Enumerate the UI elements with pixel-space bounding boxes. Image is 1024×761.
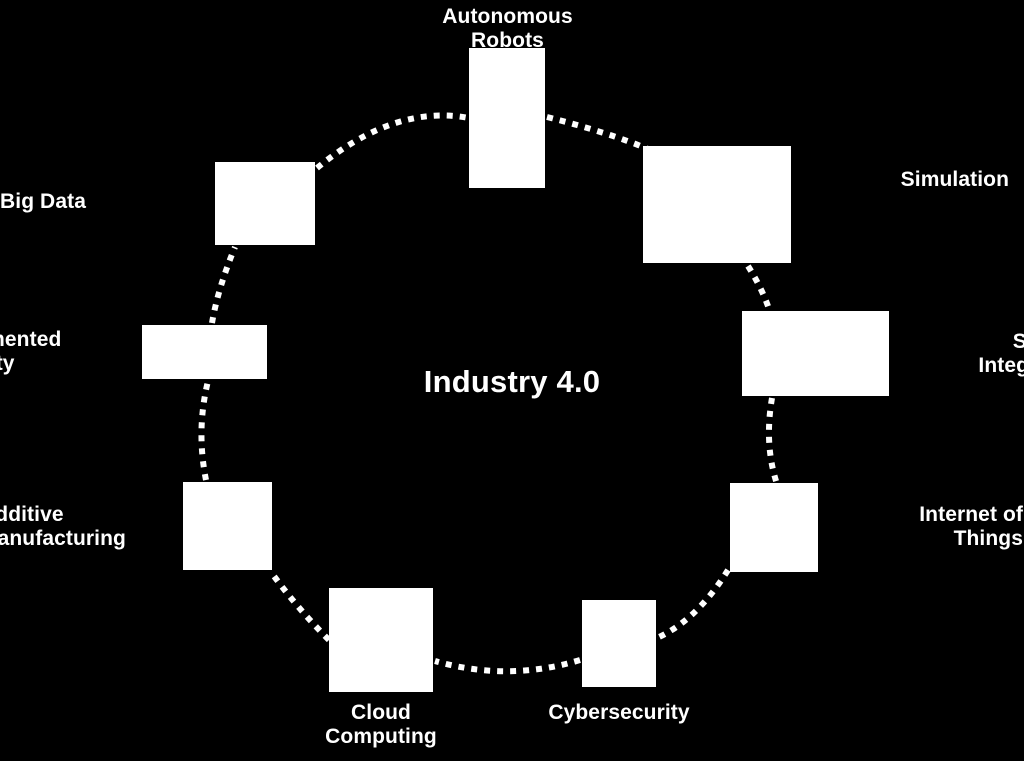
connector-internet-of-things-to-cybersecurity [655,568,731,641]
node-label-augmented-reality: Augmented Reality [0,328,62,375]
node-label-system-integration: System Integration [978,330,1024,377]
connector-cybersecurity-to-cloud-computing [434,657,581,675]
node-box-cloud-computing[interactable] [329,588,433,692]
node-label-autonomous-robots: Autonomous Robots [442,5,573,52]
connector-simulation-to-system-integration [745,264,773,313]
node-box-internet-of-things[interactable] [730,483,818,572]
node-box-system-integration[interactable] [742,311,889,396]
node-box-simulation[interactable] [643,146,791,263]
node-box-big-data[interactable] [215,162,315,245]
connector-big-data-to-autonomous-robots [315,112,470,171]
node-label-cybersecurity: Cybersecurity [548,701,690,724]
node-label-cloud-computing: Cloud Computing [325,701,437,748]
node-label-big-data: Big Data [0,190,86,213]
node-box-additive-manufacturing[interactable] [183,482,272,570]
connector-system-integration-to-internet-of-things [765,397,780,485]
connector-augmented-reality-to-big-data [209,245,238,324]
connector-cloud-computing-to-additive-manufacturing [268,570,332,643]
node-label-additive-manufacturing: Additive Manufacturing [0,503,126,550]
node-box-autonomous-robots[interactable] [469,48,545,188]
diagram-canvas: Industry 4.0 Autonomous Robots Simulation… [0,0,1024,761]
node-label-internet-of-things: Internet of Things [919,503,1023,550]
node-box-cybersecurity[interactable] [582,600,656,687]
node-label-simulation: Simulation [900,168,1009,191]
connector-autonomous-robots-to-simulation [546,114,650,152]
node-box-augmented-reality[interactable] [142,325,267,379]
